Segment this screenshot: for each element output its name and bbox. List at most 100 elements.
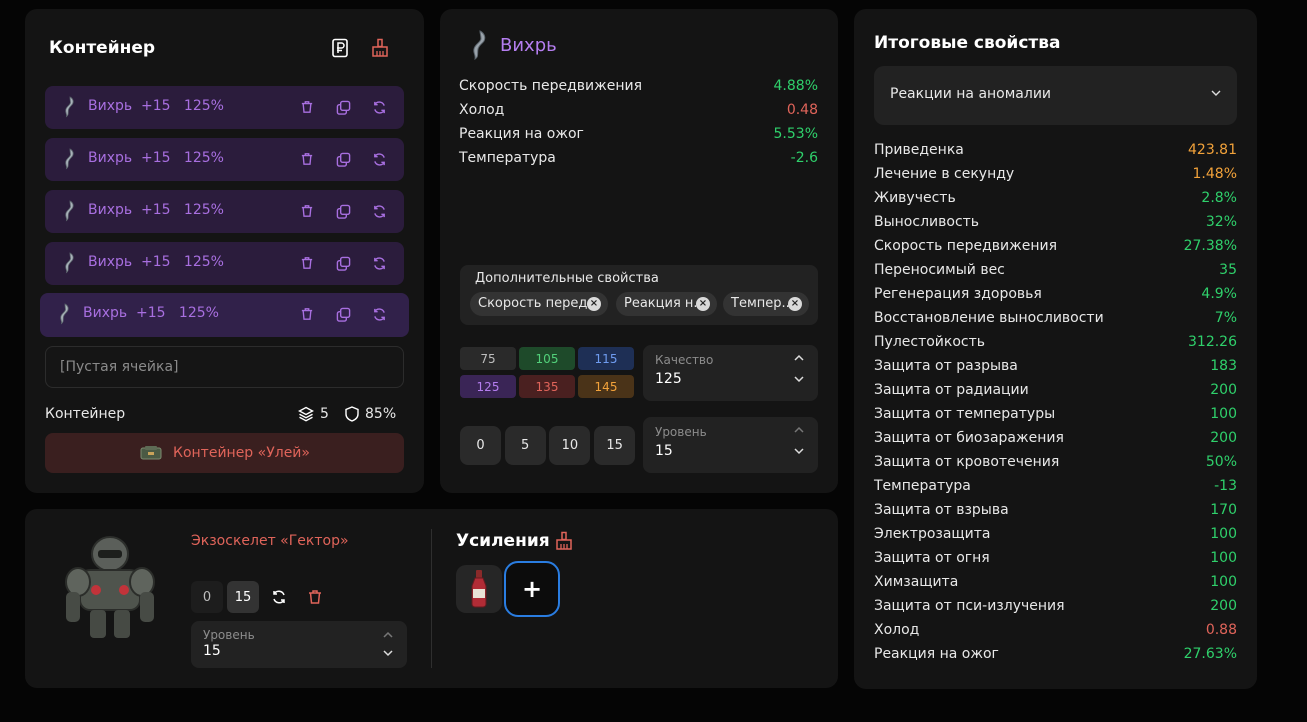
artifact-row[interactable]: Вихрь +15 125% xyxy=(45,242,404,285)
whirl-artifact-icon xyxy=(61,96,75,122)
copy-icon[interactable] xyxy=(334,98,352,116)
container-hive-button[interactable]: Контейнер «Улей» xyxy=(45,433,404,473)
refresh-icon[interactable] xyxy=(370,305,388,323)
level-button[interactable]: 5 xyxy=(504,426,546,465)
copy-icon[interactable] xyxy=(334,254,352,272)
level-button[interactable]: 10 xyxy=(549,426,591,465)
broom-icon[interactable] xyxy=(369,37,391,59)
whirl-artifact-icon xyxy=(56,303,70,329)
quality-chip[interactable]: 105 xyxy=(519,347,575,370)
summary-row-value: 312.26 xyxy=(1188,334,1237,350)
summary-row-name: Холод xyxy=(874,622,920,638)
close-icon[interactable]: × xyxy=(696,297,710,311)
artifact-row-label: Вихрь +15 125% xyxy=(88,254,224,270)
whirl-artifact-icon xyxy=(61,148,75,174)
close-icon[interactable]: × xyxy=(587,297,601,311)
property-name: Реакция на ожог xyxy=(459,126,584,142)
whirl-artifact-icon xyxy=(466,29,488,65)
close-icon[interactable]: × xyxy=(788,297,802,311)
level-button[interactable]: 0 xyxy=(460,426,501,465)
level-select[interactable]: Уровень 15 xyxy=(643,417,818,473)
copy-icon[interactable] xyxy=(334,150,352,168)
artifact-row[interactable]: Вихрь +15 125% xyxy=(40,293,409,337)
refresh-icon[interactable] xyxy=(263,581,295,613)
quality-chip[interactable]: 125 xyxy=(460,375,516,398)
trash-icon[interactable] xyxy=(298,150,316,168)
quality-label: Качество xyxy=(655,353,714,367)
quality-chip[interactable]: 75 xyxy=(460,347,516,370)
summary-row-value: 200 xyxy=(1210,382,1237,398)
summary-row-name: Живучесть xyxy=(874,190,956,206)
add-boost-button[interactable]: + xyxy=(504,561,560,617)
artifact-row[interactable]: Вихрь +15 125% xyxy=(45,190,404,233)
chevron-down-icon[interactable] xyxy=(383,649,393,657)
exo-level-select[interactable]: Уровень 15 xyxy=(191,621,407,668)
additional-property-chip[interactable]: Реакция н... × xyxy=(616,292,717,316)
exo-level-0[interactable]: 0 xyxy=(191,581,223,613)
container-name: Контейнер «Улей» xyxy=(173,445,310,461)
summary-row-name: Защита от взрыва xyxy=(874,502,1009,518)
trash-icon[interactable] xyxy=(298,98,316,116)
chevron-up-icon[interactable] xyxy=(794,426,804,434)
refresh-icon[interactable] xyxy=(370,150,388,168)
property-value: 5.53% xyxy=(773,126,818,142)
quality-chip[interactable]: 135 xyxy=(519,375,575,398)
summary-row: Защита от огня 100 xyxy=(874,550,1237,566)
exoskeleton-image xyxy=(60,532,160,642)
boost-bottle-item[interactable] xyxy=(456,565,502,613)
trash-icon[interactable] xyxy=(298,202,316,220)
property-value: 4.88% xyxy=(773,78,818,94)
summary-row-name: Выносливость xyxy=(874,214,980,230)
empty-slot[interactable]: [Пустая ячейка] xyxy=(45,346,404,388)
artifact-property-row: Температура -2.6 xyxy=(459,150,818,166)
summary-filter-select[interactable]: Реакции на аномалии xyxy=(874,66,1237,125)
summary-row: Химзащита 100 xyxy=(874,574,1237,590)
summary-row-value: 423.81 xyxy=(1188,142,1237,158)
trash-icon[interactable] xyxy=(299,581,331,613)
broom-icon[interactable] xyxy=(555,531,573,555)
quality-chip[interactable]: 145 xyxy=(578,375,634,398)
refresh-icon[interactable] xyxy=(370,202,388,220)
trash-icon[interactable] xyxy=(298,254,316,272)
chevron-up-icon[interactable] xyxy=(794,354,804,362)
summary-row-name: Приведенка xyxy=(874,142,964,158)
slots-stat: 5 xyxy=(298,406,329,422)
summary-row-name: Защита от огня xyxy=(874,550,990,566)
quality-chip[interactable]: 115 xyxy=(578,347,634,370)
chevron-down-icon[interactable] xyxy=(794,447,804,455)
property-name: Холод xyxy=(459,102,505,118)
copy-icon[interactable] xyxy=(334,202,352,220)
additional-property-chip[interactable]: Темпер... × xyxy=(723,292,809,316)
summary-row: Защита от температуры 100 xyxy=(874,406,1237,422)
summary-row-value: 0.88 xyxy=(1205,622,1237,638)
artifact-row[interactable]: Вихрь +15 125% xyxy=(45,86,404,129)
additional-properties-title: Дополнительные свойства xyxy=(475,271,659,286)
artifact-row-label: Вихрь +15 125% xyxy=(88,98,224,114)
exo-level-15[interactable]: 15 xyxy=(227,581,259,613)
trash-icon[interactable] xyxy=(298,305,316,323)
property-value: -2.6 xyxy=(790,150,818,166)
summary-row-value: 100 xyxy=(1210,574,1237,590)
refresh-icon[interactable] xyxy=(370,98,388,116)
chevron-up-icon[interactable] xyxy=(383,631,393,639)
summary-row: Холод 0.88 xyxy=(874,622,1237,638)
summary-row-value: 27.63% xyxy=(1183,646,1237,662)
level-button[interactable]: 15 xyxy=(594,426,636,465)
additional-property-chip[interactable]: Скорость перед... × xyxy=(470,292,608,316)
exo-level-value: 15 xyxy=(203,643,221,659)
refresh-icon[interactable] xyxy=(370,254,388,272)
quality-select[interactable]: Качество 125 xyxy=(643,345,818,401)
protection-stat: 85% xyxy=(345,406,396,422)
summary-row: Защита от радиации 200 xyxy=(874,382,1237,398)
chevron-down-icon[interactable] xyxy=(794,375,804,383)
ruble-doc-icon[interactable] xyxy=(329,37,351,59)
artifact-property-row: Реакция на ожог 5.53% xyxy=(459,126,818,142)
summary-row-value: 100 xyxy=(1210,526,1237,542)
summary-row-name: Химзащита xyxy=(874,574,959,590)
summary-row-name: Температура xyxy=(874,478,971,494)
summary-row-name: Защита от радиации xyxy=(874,382,1029,398)
copy-icon[interactable] xyxy=(334,305,352,323)
summary-row-value: 183 xyxy=(1210,358,1237,374)
artifact-row[interactable]: Вихрь +15 125% xyxy=(45,138,404,181)
exoskeleton-name[interactable]: Экзоскелет «Гектор» xyxy=(191,533,349,549)
